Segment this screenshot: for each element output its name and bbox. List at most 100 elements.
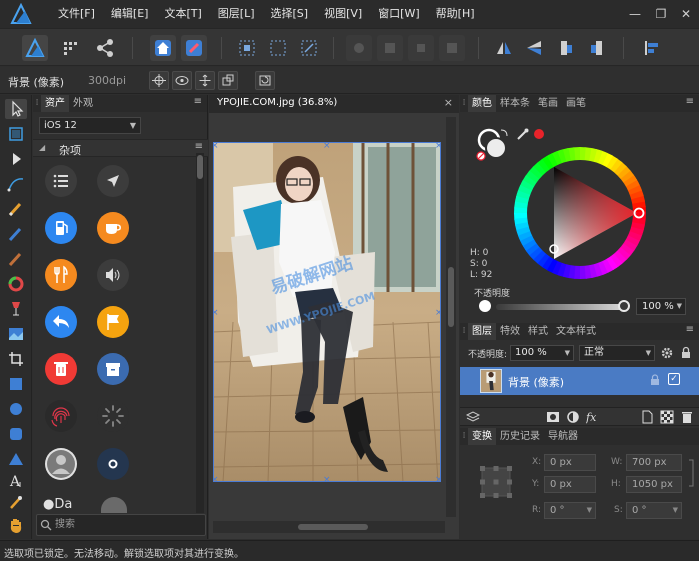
panel-menu-icon[interactable]: ≡ [686, 324, 694, 335]
x-position-input[interactable]: 0 px [544, 454, 596, 471]
close-document-icon[interactable]: × [444, 96, 453, 109]
boolean-subtract-button[interactable] [377, 35, 403, 61]
home-button[interactable] [150, 35, 176, 61]
scrollbar-thumb[interactable] [197, 155, 203, 179]
triangle-tool[interactable] [5, 449, 27, 469]
brush-options-button[interactable] [181, 35, 207, 61]
shear-input[interactable]: 0 ° ▼ [626, 502, 682, 519]
tab-swatches[interactable]: 样本条 [496, 95, 534, 112]
image-tool[interactable] [5, 324, 27, 344]
opacity-slider-handle[interactable] [618, 300, 630, 312]
minimize-button[interactable]: — [627, 6, 643, 22]
color-picker-tool[interactable] [5, 274, 27, 294]
asset-partial-item[interactable]: ●Da [43, 497, 93, 513]
tab-stroke[interactable]: 笔画 [534, 95, 562, 112]
asset-fingerprint-icon[interactable] [44, 399, 78, 433]
asset-partial-circle[interactable] [101, 497, 127, 513]
tab-brushes[interactable]: 画笔 [562, 95, 590, 112]
pen-tool[interactable] [5, 174, 27, 194]
asset-location-icon[interactable] [96, 164, 130, 198]
tab-appearance[interactable]: 外观 [69, 95, 97, 112]
asset-search-input[interactable]: 搜索 [36, 514, 206, 536]
boolean-add-button[interactable] [346, 35, 372, 61]
asset-trash-icon[interactable] [44, 352, 78, 386]
delete-layer-button[interactable] [680, 410, 694, 424]
flip-horizontal-button[interactable] [491, 35, 517, 61]
height-input[interactable]: 1050 px [626, 476, 682, 493]
opacity-slider[interactable] [496, 304, 624, 310]
anchor-point-grid[interactable] [478, 464, 514, 500]
menu-text[interactable]: 文本[T] [156, 0, 209, 28]
tab-effects[interactable]: 特效 [496, 323, 524, 340]
assets-scrollbar[interactable] [196, 153, 204, 513]
layers-stack-button[interactable] [465, 410, 481, 424]
eyedropper-icon[interactable] [516, 127, 530, 141]
asset-preset-select[interactable]: iOS 12 ▼ [39, 117, 141, 134]
layer-opacity-input[interactable]: 100 % ▼ [510, 345, 574, 361]
reset-transform-button[interactable] [255, 71, 275, 90]
deselect-button[interactable] [265, 35, 291, 61]
rotation-input[interactable]: 0 ° ▼ [544, 502, 596, 519]
current-color-dot[interactable] [533, 128, 545, 140]
adjustment-layer-button[interactable] [566, 410, 580, 424]
document-horizontal-scrollbar[interactable] [213, 521, 445, 533]
tab-styles[interactable]: 样式 [524, 323, 552, 340]
live-filter-button[interactable]: fx [585, 410, 600, 424]
asset-category-header[interactable]: ◢ 杂项 ≡ [33, 139, 208, 157]
tab-history[interactable]: 历史记录 [496, 428, 544, 445]
category-menu-icon[interactable]: ≡ [195, 141, 203, 152]
mask-layer-button[interactable] [546, 410, 560, 424]
snapping-button[interactable] [218, 71, 238, 90]
invert-selection-button[interactable] [296, 35, 322, 61]
lock-icon[interactable] [679, 346, 693, 360]
hand-tool[interactable] [5, 515, 27, 535]
transform-origin-button[interactable] [195, 71, 215, 90]
select-all-button[interactable] [234, 35, 260, 61]
opacity-input[interactable]: 100 % ▼ [636, 298, 686, 315]
menu-help[interactable]: 帮助[H] [428, 0, 483, 28]
link-dimensions-icon[interactable] [686, 454, 696, 492]
layer-visibility-checkbox[interactable]: ✓ [668, 373, 680, 385]
scrollbar-thumb[interactable] [298, 524, 368, 530]
tab-layers[interactable]: 图层 [468, 323, 496, 340]
crop-tool[interactable] [5, 349, 27, 369]
share-button[interactable] [92, 35, 118, 61]
canvas-image[interactable]: 易破解网站 WWW.YPOJIE.COM × × × × × × × × [213, 142, 441, 482]
new-layer-button[interactable] [640, 410, 654, 424]
document-vertical-scrollbar[interactable] [446, 117, 456, 517]
rectangle-tool[interactable] [5, 374, 27, 394]
width-input[interactable]: 700 px [626, 454, 682, 471]
photo-persona-button[interactable] [22, 35, 48, 61]
grid-persona-button[interactable] [57, 35, 83, 61]
color-wheel[interactable] [512, 145, 648, 281]
align-button[interactable] [638, 35, 664, 61]
rotate-right-button[interactable] [584, 35, 610, 61]
menu-layer[interactable]: 图层[L] [210, 0, 263, 28]
asset-avatar-icon[interactable] [44, 447, 78, 481]
panel-grip-icon[interactable]: ⁞ [33, 95, 41, 112]
scrollbar-thumb[interactable] [448, 267, 454, 327]
menu-file[interactable]: 文件[F] [50, 0, 103, 28]
tab-color[interactable]: 颜色 [468, 95, 496, 112]
panel-menu-icon[interactable]: ≡ [194, 96, 202, 107]
tab-text-styles[interactable]: 文本样式 [552, 323, 600, 340]
layer-row-background[interactable]: 背景 (像素) ✓ [460, 367, 699, 395]
rounded-rectangle-tool[interactable] [5, 424, 27, 444]
blend-mode-select[interactable]: 正常 ▼ [579, 345, 655, 361]
boolean-intersect-button[interactable] [408, 35, 434, 61]
asset-restaurant-icon[interactable] [44, 258, 78, 292]
ellipse-tool[interactable] [5, 399, 27, 419]
fill-tool[interactable] [5, 299, 27, 319]
text-tool[interactable]: A [5, 470, 27, 490]
node-tool[interactable] [5, 149, 27, 169]
asset-reply-icon[interactable] [44, 305, 78, 339]
eyedropper-tool[interactable] [5, 492, 27, 512]
move-tool[interactable] [5, 99, 27, 119]
y-position-input[interactable]: 0 px [544, 476, 596, 493]
panel-grip-icon[interactable]: ⁞ [460, 428, 468, 445]
asset-list-icon[interactable] [44, 164, 78, 198]
gear-icon[interactable] [660, 346, 674, 360]
close-button[interactable]: ✕ [678, 6, 694, 22]
opacity-reset-dot[interactable] [479, 300, 491, 312]
asset-fuel-icon[interactable] [44, 211, 78, 245]
